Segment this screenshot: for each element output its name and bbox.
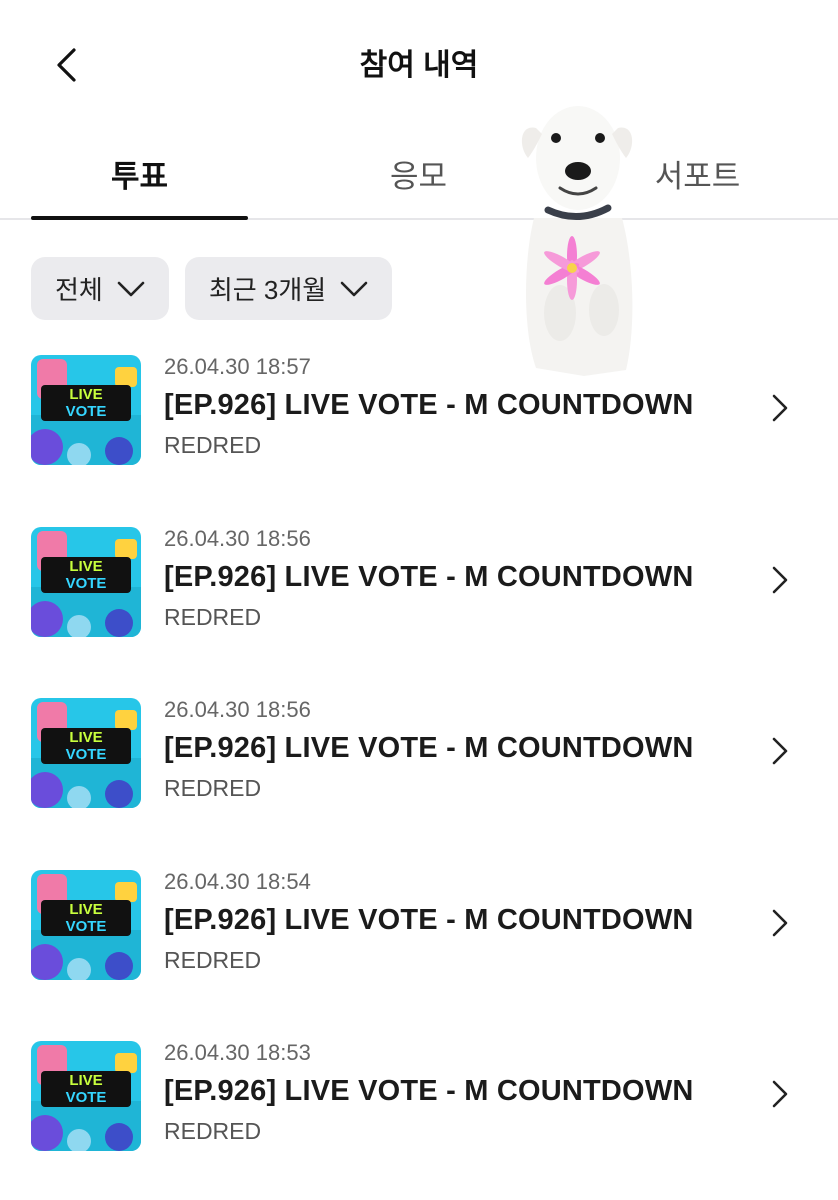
chevron-down-icon	[117, 281, 145, 296]
item-artist: REDRED	[164, 1118, 262, 1144]
chevron-right-icon	[772, 909, 788, 936]
item-artist: REDRED	[164, 946, 262, 973]
thumb-text-vote: VOTE	[65, 1089, 107, 1106]
item-artist: REDRED	[164, 775, 262, 801]
item-meta: 26.04.30 18:56 [EP.926] LIVE VOTE - M CO…	[164, 695, 764, 805]
thumb-text-live: LIVE	[69, 729, 103, 746]
thumb-text-vote: VOTE	[65, 403, 107, 420]
tab-bar: 투표 응모 서포트	[0, 130, 838, 220]
thumb-text-vote: VOTE	[65, 746, 107, 763]
filter-period-dropdown[interactable]: 최근 3개월	[184, 257, 393, 320]
chevron-right-icon	[772, 566, 788, 593]
item-meta: 26.04.30 18:53 [EP.926] LIVE VOTE - M CO…	[164, 1038, 764, 1148]
vote-thumbnail: LIVE VOTE	[31, 1041, 141, 1151]
dog-sticker-image	[521, 106, 633, 376]
list-item[interactable]: LIVE VOTE 26.04.30 18:57 [EP.926] LIVE V…	[0, 340, 838, 512]
chevron-right-icon	[772, 737, 788, 765]
item-date: 26.04.30 18:57	[164, 354, 311, 379]
item-title: [EP.926] LIVE VOTE - M COUNTDOWN	[164, 389, 694, 421]
item-title: [EP.926] LIVE VOTE - M COUNTDOWN	[164, 732, 694, 764]
header: 참여 내역	[0, 0, 838, 130]
vote-thumbnail: LIVE VOTE	[31, 355, 141, 465]
tab-vote[interactable]: 투표	[31, 130, 248, 220]
thumb-text-live: LIVE	[69, 386, 103, 403]
participation-list: LIVE VOTE 26.04.30 18:57 [EP.926] LIVE V…	[0, 340, 838, 1198]
thumb-text-live: LIVE	[69, 557, 103, 575]
thumb-text-vote: VOTE	[65, 574, 107, 592]
filter-bar: 전체 최근 3개월	[31, 257, 393, 320]
chevron-right-icon	[772, 1080, 788, 1108]
chevron-right-icon	[772, 394, 788, 422]
item-title: [EP.926] LIVE VOTE - M COUNTDOWN	[164, 1075, 694, 1107]
item-title: [EP.926] LIVE VOTE - M COUNTDOWN	[164, 560, 694, 593]
chevron-down-icon	[340, 281, 368, 296]
item-title: [EP.926] LIVE VOTE - M COUNTDOWN	[164, 903, 694, 936]
filter-type-label: 전체	[55, 275, 103, 305]
list-item[interactable]: LIVE VOTE 26.04.30 18:53 [EP.926] LIVE V…	[0, 1026, 838, 1198]
item-date: 26.04.30 18:56	[164, 697, 311, 722]
vote-thumbnail: LIVE VOTE	[31, 869, 141, 980]
item-meta: 26.04.30 18:56 [EP.926] LIVE VOTE - M CO…	[164, 524, 764, 634]
item-date: 26.04.30 18:54	[164, 868, 311, 894]
item-artist: REDRED	[164, 603, 262, 630]
thumb-text-live: LIVE	[69, 1072, 103, 1089]
thumb-text-vote: VOTE	[65, 917, 107, 935]
item-date: 26.04.30 18:53	[164, 1040, 311, 1065]
vote-thumbnail: LIVE VOTE	[31, 526, 141, 637]
thumb-text-live: LIVE	[69, 900, 103, 918]
list-item[interactable]: LIVE VOTE 26.04.30 18:56 [EP.926] LIVE V…	[0, 512, 838, 684]
list-item[interactable]: LIVE VOTE 26.04.30 18:56 [EP.926] LIVE V…	[0, 683, 838, 855]
item-artist: REDRED	[164, 432, 262, 458]
page-title: 참여 내역	[359, 49, 479, 82]
tab-entry[interactable]: 응모	[310, 130, 527, 216]
vote-thumbnail: LIVE VOTE	[31, 698, 141, 808]
item-date: 26.04.30 18:56	[164, 525, 311, 551]
item-meta: 26.04.30 18:54 [EP.926] LIVE VOTE - M CO…	[164, 867, 764, 977]
filter-period-label: 최근 3개월	[208, 275, 327, 305]
list-item[interactable]: LIVE VOTE 26.04.30 18:54 [EP.926] LIVE V…	[0, 855, 838, 1027]
item-meta: 26.04.30 18:57 [EP.926] LIVE VOTE - M CO…	[164, 352, 764, 462]
filter-type-dropdown[interactable]: 전체	[31, 257, 169, 320]
